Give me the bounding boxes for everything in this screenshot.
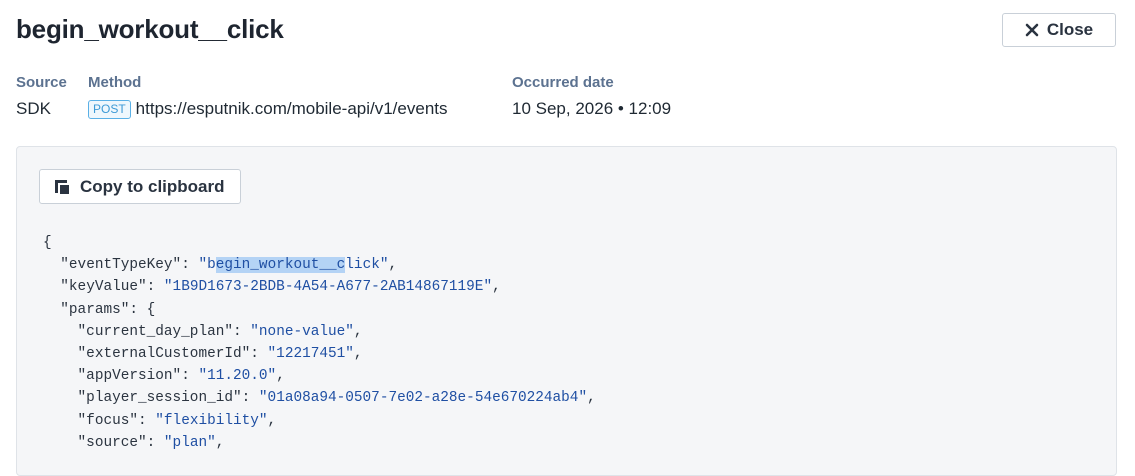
json-key: "params" (60, 301, 130, 318)
json-brace: { (146, 301, 156, 318)
json-code-block[interactable]: { "eventTypeKey": "begin_workout__click"… (43, 232, 596, 454)
code-line: { (43, 232, 596, 254)
code-line: "source": "plan", (77, 434, 225, 451)
json-string: "11.20.0" (198, 368, 277, 385)
json-string: "flexibility" (155, 412, 268, 429)
code-line: "current_day_plan": "none-value", (77, 323, 363, 340)
json-brace: { (43, 235, 52, 251)
json-string: "none-value" (250, 323, 354, 340)
occurred-date-label: Occurred date (512, 74, 614, 91)
json-string-part: lick" (345, 257, 389, 274)
method-value: POST https://esputnik.com/mobile-api/v1/… (88, 99, 448, 119)
code-line: "params": { (60, 301, 156, 318)
copy-icon (54, 179, 70, 195)
occurred-date-text: 10 Sep, 2026 • 12:09 (512, 99, 672, 118)
selected-text: egin_workout__c (215, 257, 346, 274)
json-string: "12217451" (267, 346, 354, 363)
json-key: "appVersion" (77, 368, 182, 385)
json-string-part: "b (198, 257, 216, 274)
json-key: "player_session_id" (77, 390, 242, 407)
code-line: "externalCustomerId": "12217451", (77, 346, 363, 363)
method-label: Method (88, 74, 142, 91)
json-key: "eventTypeKey" (60, 257, 182, 274)
json-key: "externalCustomerId" (77, 346, 251, 363)
occurred-date-value: 10 Sep, 2026 • 12:09 (512, 99, 671, 119)
json-string: "begin_workout__click" (198, 257, 389, 274)
source-value-text: SDK (16, 99, 51, 118)
json-string: "plan" (163, 434, 216, 451)
source-value: SDK (16, 99, 51, 119)
copy-button-label: Copy to clipboard (80, 176, 225, 196)
code-line: "keyValue": "1B9D1673-2BDB-4A54-A677-2AB… (60, 279, 501, 296)
code-line: "player_session_id": "01a08a94-0507-7e02… (77, 390, 596, 407)
close-icon (1025, 23, 1039, 37)
method-url: https://esputnik.com/mobile-api/v1/event… (135, 99, 448, 118)
json-key: "keyValue" (60, 279, 147, 296)
close-button-label: Close (1046, 20, 1094, 39)
close-button[interactable]: Close (1002, 13, 1116, 47)
code-line: "eventTypeKey": "begin_workout__click", (60, 257, 398, 274)
page-title: begin_workout__click (16, 14, 284, 44)
json-key: "current_day_plan" (77, 323, 233, 340)
source-label: Source (16, 74, 67, 91)
code-line: "appVersion": "11.20.0", (77, 368, 285, 385)
json-key: "focus" (77, 412, 138, 429)
json-string: "01a08a94-0507-7e02-a28e-54e670224ab4" (258, 390, 588, 407)
method-badge: POST (88, 99, 131, 119)
json-key: "source" (77, 434, 147, 451)
json-code-panel: Copy to clipboard { "eventTypeKey": "beg… (16, 146, 1117, 476)
code-line: "focus": "flexibility", (77, 412, 277, 429)
copy-to-clipboard-button[interactable]: Copy to clipboard (39, 169, 241, 204)
json-string: "1B9D1673-2BDB-4A54-A677-2AB14867119E" (163, 279, 493, 296)
